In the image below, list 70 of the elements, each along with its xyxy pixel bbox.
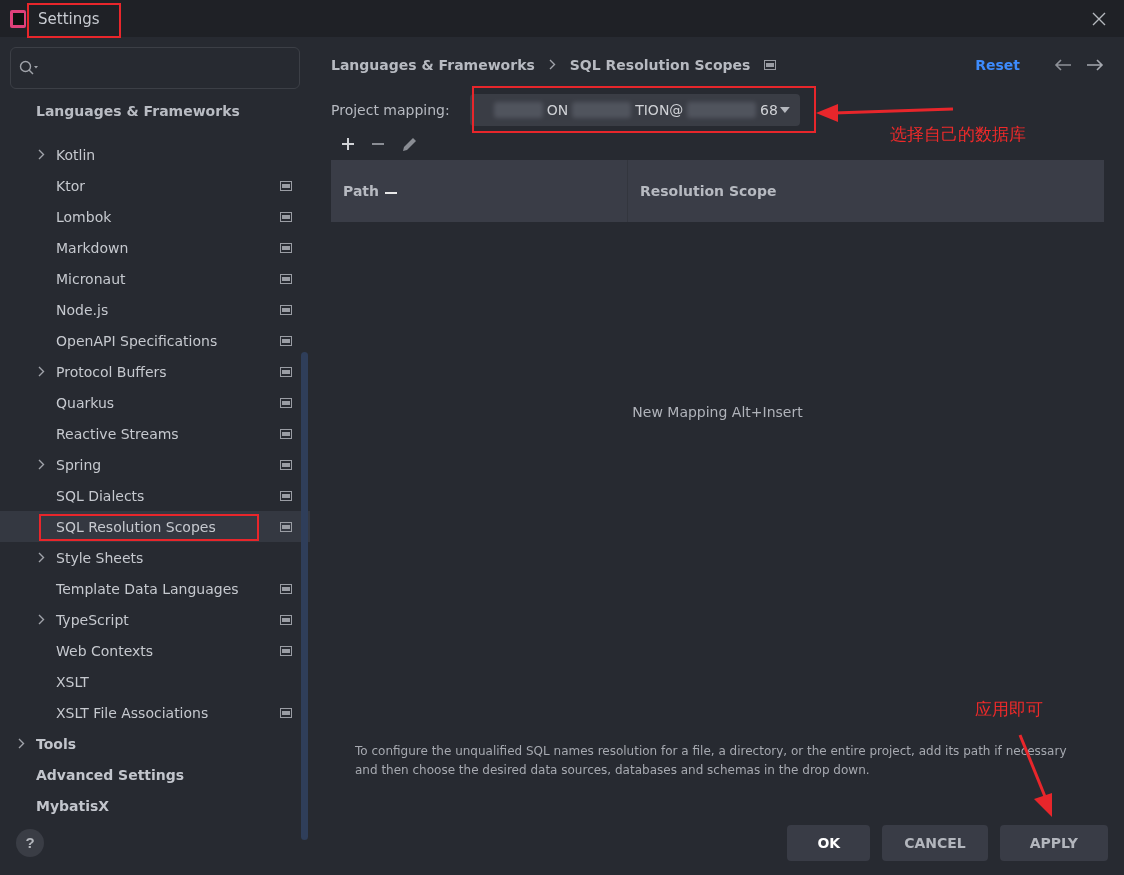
sidebar-item[interactable]: Style Sheets: [0, 542, 310, 573]
window-title: Settings: [38, 9, 101, 28]
back-arrow-icon[interactable]: [1054, 57, 1072, 72]
sidebar-item[interactable]: TypeScript: [0, 604, 310, 635]
search-icon: [19, 60, 39, 76]
sidebar-item[interactable]: MybatisX: [0, 790, 310, 820]
project-settings-icon: [280, 242, 292, 253]
annotation-text: 应用即可: [975, 698, 1043, 721]
project-settings-icon: [280, 273, 292, 284]
project-settings-icon: [280, 304, 292, 315]
project-settings-icon: [280, 459, 292, 470]
add-icon[interactable]: [341, 137, 355, 151]
project-settings-icon: [280, 428, 292, 439]
dialog-button[interactable]: OK: [787, 824, 871, 861]
reset-link[interactable]: Reset: [975, 56, 1020, 73]
project-settings-icon: [280, 490, 292, 501]
chevron-right-icon: [38, 149, 45, 160]
sidebar-item[interactable]: SQL Dialects: [0, 480, 310, 511]
sidebar-item[interactable]: OpenAPI Specifications: [0, 325, 310, 356]
project-settings-icon: [280, 211, 292, 222]
chevron-right-icon: [38, 366, 45, 377]
project-settings-icon: [280, 335, 292, 346]
breadcrumb-item: Languages & Frameworks: [331, 56, 535, 73]
annotation-text: 选择自己的数据库: [890, 123, 1026, 146]
close-icon[interactable]: [1092, 11, 1106, 26]
sidebar-item[interactable]: Node.js: [0, 294, 310, 325]
sidebar-item[interactable]: Reactive Streams: [0, 418, 310, 449]
sidebar-item[interactable]: Template Data Languages: [0, 573, 310, 604]
breadcrumb-item: SQL Resolution Scopes: [569, 56, 751, 73]
sidebar-item[interactable]: Tools: [0, 728, 310, 759]
sidebar-item[interactable]: Ktor: [0, 170, 310, 201]
project-settings-icon: [764, 59, 777, 70]
search-field[interactable]: [10, 47, 300, 89]
project-settings-icon: [280, 180, 292, 191]
project-settings-icon: [280, 521, 292, 532]
sidebar-item[interactable]: Quarkus: [0, 387, 310, 418]
project-settings-icon: [280, 707, 292, 718]
project-settings-icon: [280, 645, 292, 656]
dialog-button[interactable]: CANCEL: [882, 824, 988, 861]
dialog-button[interactable]: APPLY: [999, 824, 1108, 861]
pencil-icon[interactable]: [401, 135, 419, 153]
project-settings-icon: [280, 397, 292, 408]
sidebar-item[interactable]: XSLT: [0, 666, 310, 697]
column-header[interactable]: Path: [343, 183, 379, 199]
sidebar-item[interactable]: Kotlin: [0, 139, 310, 170]
help-button[interactable]: ?: [16, 828, 44, 857]
sidebar-item[interactable]: Micronaut: [0, 263, 310, 294]
sidebar-item[interactable]: Protocol Buffers: [0, 356, 310, 387]
field-label: Project mapping:: [331, 102, 450, 118]
chevron-right-icon: [38, 614, 45, 625]
empty-table-hint: New Mapping Alt+Insert: [632, 404, 803, 420]
chevron-right-icon: [18, 738, 25, 749]
sidebar-item[interactable]: Markdown: [0, 232, 310, 263]
project-mapping-dropdown[interactable]: ON TION@ 68: [469, 94, 800, 126]
project-settings-icon: [280, 583, 292, 594]
scrollbar[interactable]: [301, 352, 308, 840]
chevron-right-icon: [548, 59, 556, 70]
project-settings-icon: [280, 366, 292, 377]
chevron-right-icon: [38, 552, 45, 563]
sidebar-item[interactable]: XSLT File Associations: [0, 697, 310, 728]
app-logo-icon: [10, 9, 26, 28]
sidebar-item[interactable]: Web Contexts: [0, 635, 310, 666]
project-settings-icon: [280, 614, 292, 625]
sidebar-item[interactable]: Advanced Settings: [0, 759, 310, 790]
dropdown-arrow-icon: [779, 107, 790, 113]
chevron-right-icon: [38, 459, 45, 470]
sidebar-item[interactable]: Spring: [0, 449, 310, 480]
forward-arrow-icon[interactable]: [1086, 57, 1104, 72]
column-header[interactable]: Resolution Scope: [640, 183, 777, 199]
sidebar-item[interactable]: Lombok: [0, 201, 310, 232]
